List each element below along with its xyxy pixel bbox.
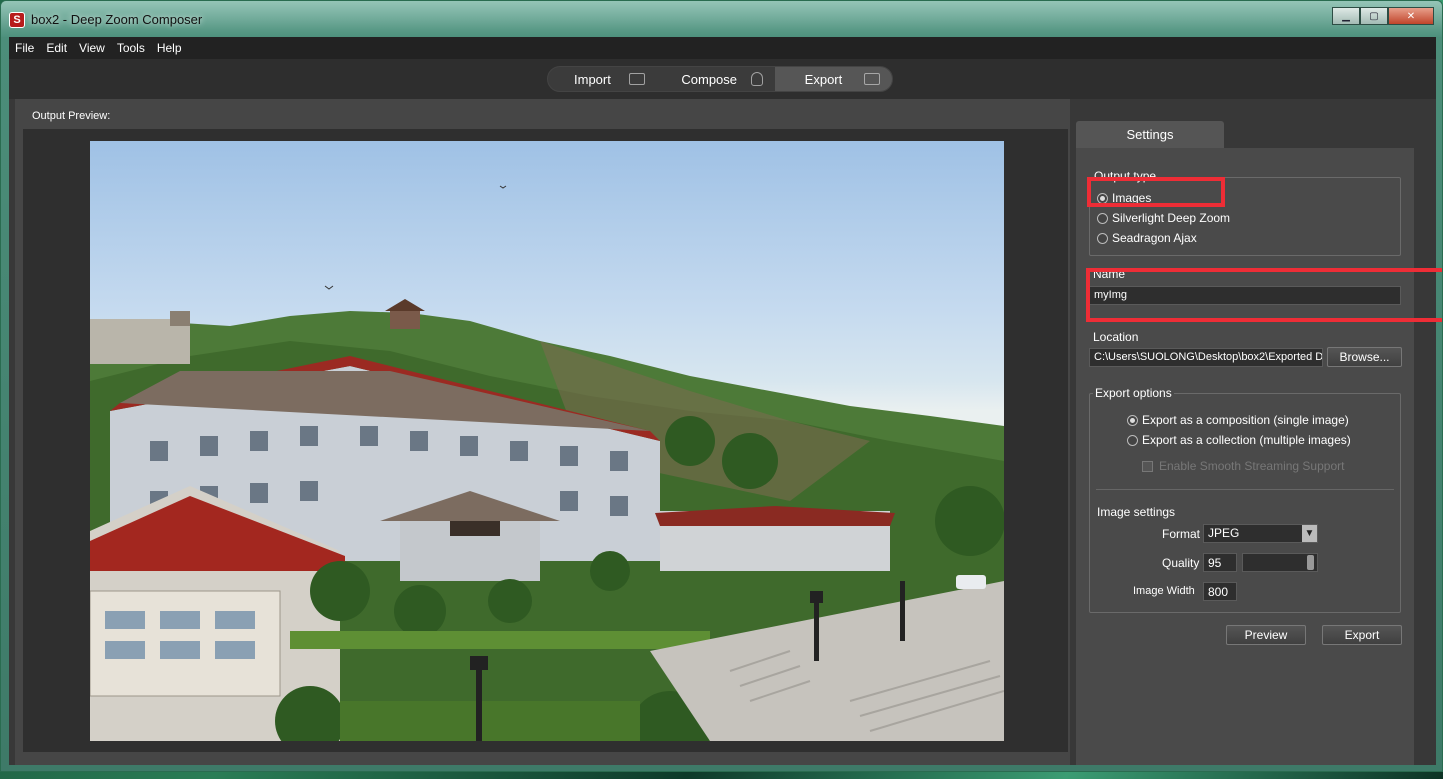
menu-tools[interactable]: Tools (111, 41, 151, 55)
mode-export-label: Export (804, 71, 843, 87)
settings-panel: Settings Output type Images Silverlight … (1076, 121, 1442, 765)
maximize-button[interactable]: ▢ (1360, 7, 1388, 25)
window-title: box2 - Deep Zoom Composer (31, 12, 203, 27)
radio-silverlight-label: Silverlight Deep Zoom (1112, 211, 1231, 225)
radio-collection-label: Export as a collection (multiple images) (1142, 433, 1351, 447)
radio-silverlight[interactable]: Silverlight Deep Zoom (1097, 211, 1230, 225)
quality-slider[interactable] (1242, 553, 1318, 572)
menu-file[interactable]: File (9, 41, 40, 55)
import-icon (629, 73, 646, 85)
mode-import-button[interactable]: Import (548, 67, 657, 91)
chevron-down-icon: ▼ (1302, 525, 1317, 542)
export-options-divider (1096, 489, 1394, 490)
preview-area (23, 129, 1068, 752)
mode-compose-label: Compose (681, 71, 738, 87)
tab-settings[interactable]: Settings (1076, 121, 1224, 148)
highlight-name-field (1086, 268, 1442, 322)
format-label: Format (1162, 527, 1201, 541)
mode-compose-button[interactable]: Compose (657, 67, 774, 91)
mode-bar: Import Compose Export (9, 59, 1436, 99)
format-value: JPEG (1208, 526, 1240, 540)
image-width-input[interactable]: 800 (1203, 582, 1237, 601)
radio-export-composition[interactable]: Export as a composition (single image) (1127, 413, 1349, 427)
preview-image (90, 141, 1004, 741)
preview-panel: Output Preview: (15, 99, 1070, 765)
radio-export-collection[interactable]: Export as a collection (multiple images) (1127, 433, 1351, 447)
preview-button[interactable]: Preview (1226, 625, 1306, 645)
browse-button[interactable]: Browse... (1327, 347, 1402, 367)
app-window: S box2 - Deep Zoom Composer ▁ ▢ ✕ File E… (0, 0, 1443, 772)
quality-input[interactable]: 95 (1203, 553, 1237, 572)
mode-export-button[interactable]: Export (774, 67, 893, 91)
radio-composition-indicator (1127, 414, 1138, 426)
radio-silverlight-indicator (1097, 212, 1108, 224)
image-settings-label: Image settings (1097, 505, 1176, 519)
highlight-images-option (1087, 177, 1225, 207)
export-options-label: Export options (1093, 386, 1174, 400)
image-width-label: Image Width (1133, 585, 1195, 597)
preview-photo-illustration (90, 185, 1004, 741)
location-label: Location (1093, 330, 1139, 344)
main-area: Output Preview: Settings Output type Ima… (9, 99, 1442, 765)
menu-edit[interactable]: Edit (40, 41, 73, 55)
output-preview-label: Output Preview: (32, 110, 111, 122)
mode-import-label: Import (574, 71, 611, 87)
quality-slider-thumb[interactable] (1307, 555, 1314, 570)
radio-seadragon-indicator (1097, 232, 1108, 244)
radio-composition-label: Export as a composition (single image) (1142, 413, 1349, 427)
title-bar: S box2 - Deep Zoom Composer ▁ ▢ ✕ (1, 1, 1442, 37)
export-icon (864, 73, 881, 85)
menu-help[interactable]: Help (151, 41, 188, 55)
export-button[interactable]: Export (1322, 625, 1402, 645)
mode-switch: Import Compose Export (547, 66, 893, 92)
location-input[interactable]: C:\Users\SUOLONG\Desktop\box2\Exported D (1089, 348, 1323, 367)
menu-view[interactable]: View (73, 41, 111, 55)
format-select[interactable]: JPEG ▼ (1203, 524, 1318, 543)
hand-icon (750, 72, 763, 86)
settings-body: Output type Images Silverlight Deep Zoom… (1076, 148, 1414, 765)
smooth-streaming-checkbox[interactable]: Enable Smooth Streaming Support (1142, 459, 1344, 473)
close-button[interactable]: ✕ (1388, 7, 1434, 25)
smooth-streaming-label: Enable Smooth Streaming Support (1159, 459, 1345, 473)
radio-collection-indicator (1127, 434, 1138, 446)
window-controls: ▁ ▢ ✕ (1332, 7, 1434, 25)
app-logo-icon: S (9, 12, 25, 28)
menu-bar: File Edit View Tools Help (9, 37, 1436, 59)
radio-seadragon-label: Seadragon Ajax (1112, 231, 1197, 245)
minimize-button[interactable]: ▁ (1332, 7, 1360, 25)
quality-label: Quality (1162, 556, 1200, 570)
radio-seadragon[interactable]: Seadragon Ajax (1097, 231, 1197, 245)
smooth-streaming-box (1142, 460, 1153, 472)
